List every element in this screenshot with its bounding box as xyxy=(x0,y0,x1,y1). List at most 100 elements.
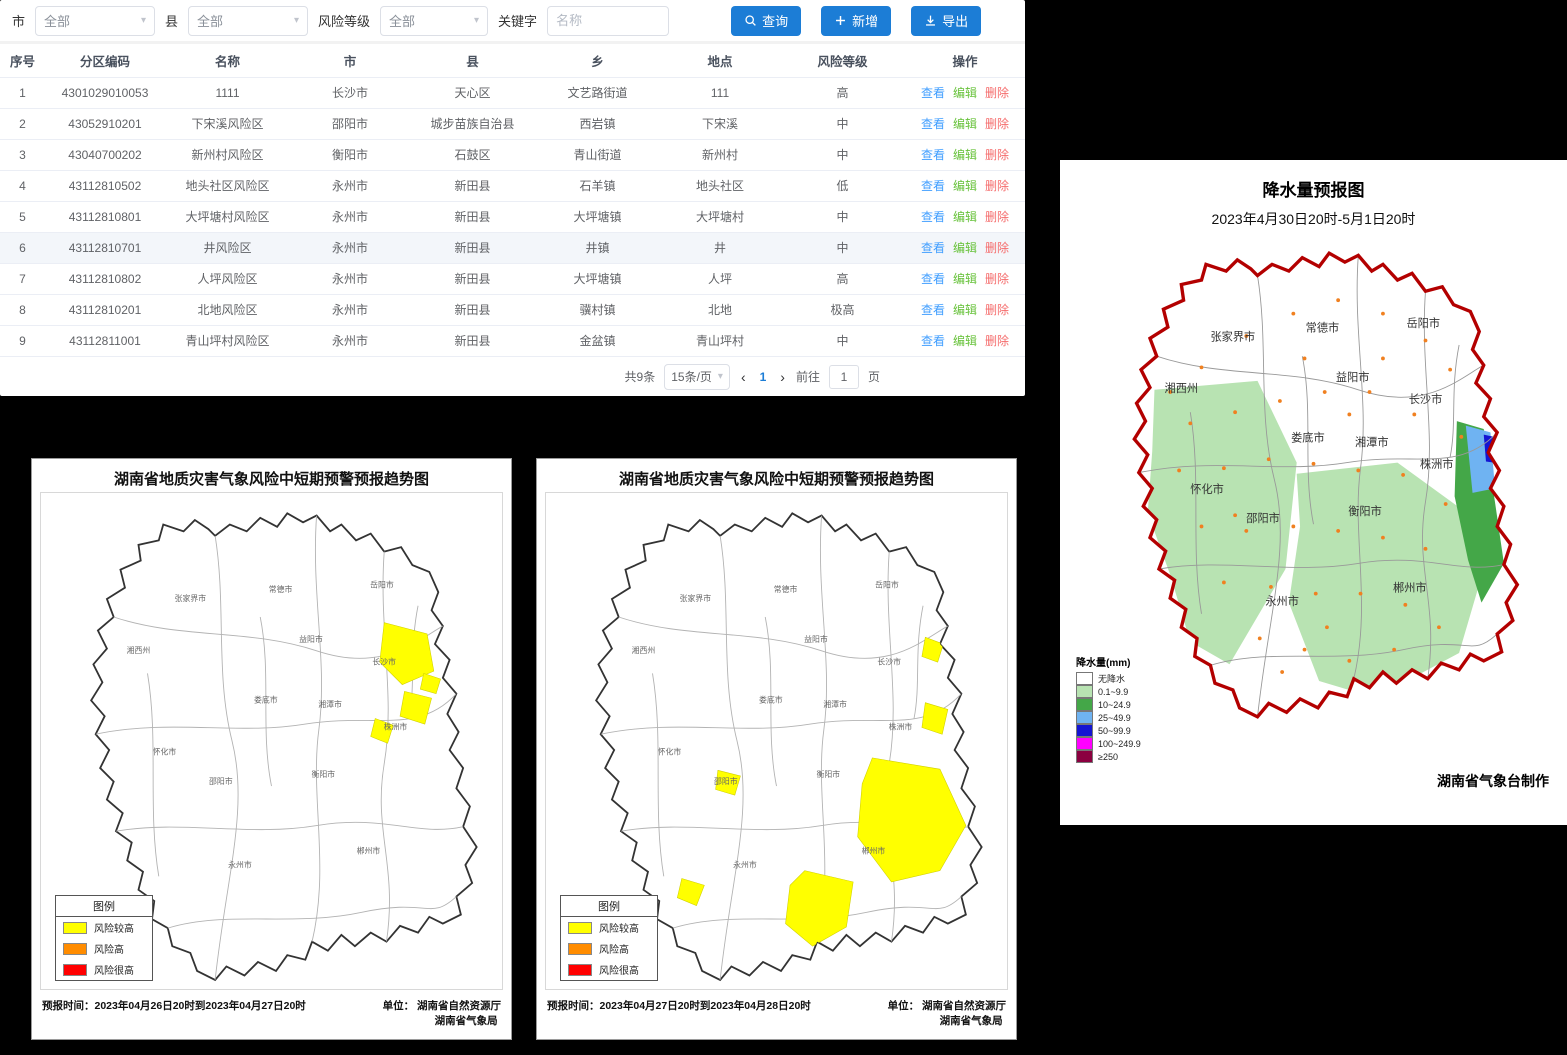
goto-page-input[interactable] xyxy=(829,365,859,389)
table-cell: 下宋溪 xyxy=(660,108,780,139)
table-cell: 5 xyxy=(0,201,45,232)
table-cell: 永州市 xyxy=(290,170,410,201)
legend-item: 风险很高 xyxy=(56,959,152,980)
current-page[interactable]: 1 xyxy=(757,370,770,384)
legend-label: 风险较高 xyxy=(94,920,134,935)
col-seq: 序号 xyxy=(0,44,45,77)
table-cell: 大坪塘镇 xyxy=(535,201,660,232)
table-cell: 中 xyxy=(780,232,905,263)
table-cell: 43112810701 xyxy=(45,232,165,263)
edit-link[interactable]: 编辑 xyxy=(953,241,977,255)
edit-link[interactable]: 编辑 xyxy=(953,210,977,224)
station-dot xyxy=(1424,547,1428,551)
pagination: 共9条 15条/页 ▾ ‹ 1 › 前往 页 xyxy=(0,357,1025,390)
delete-link[interactable]: 删除 xyxy=(985,179,1009,193)
search-button[interactable]: 查询 xyxy=(731,6,801,36)
station-dot xyxy=(1244,529,1248,533)
precip-legend: 降水量(mm) 无降水0.1~9.910~24.925~49.950~99.91… xyxy=(1074,652,1143,765)
legend-item: 25~49.9 xyxy=(1076,711,1141,724)
edit-link[interactable]: 编辑 xyxy=(953,117,977,131)
view-link[interactable]: 查看 xyxy=(921,86,945,100)
table-cell: 新州村风险区 xyxy=(165,139,290,170)
page-unit-label: 页 xyxy=(868,368,880,385)
edit-link[interactable]: 编辑 xyxy=(953,148,977,162)
city-label: 张家界市 xyxy=(175,593,207,603)
precip-map-subtitle: 2023年4月30日20时-5月1日20时 xyxy=(1070,209,1557,229)
delete-link[interactable]: 删除 xyxy=(985,303,1009,317)
trend-map-panel-1: 湖南省地质灾害气象风险中短期预警预报趋势图 湘西州张家界市常德市岳阳市益阳市长沙… xyxy=(31,458,512,1040)
station-dot xyxy=(1188,421,1192,425)
precip-map-title: 降水量预报图 xyxy=(1070,176,1557,201)
edit-link[interactable]: 编辑 xyxy=(953,179,977,193)
city-label: 衡阳市 xyxy=(817,769,841,779)
view-link[interactable]: 查看 xyxy=(921,334,945,348)
table-cell: 低 xyxy=(780,170,905,201)
legend-label: 0.1~9.9 xyxy=(1098,687,1128,697)
table-cell: 极高 xyxy=(780,294,905,325)
station-dot xyxy=(1336,298,1340,302)
delete-link[interactable]: 删除 xyxy=(985,86,1009,100)
delete-link[interactable]: 删除 xyxy=(985,272,1009,286)
delete-link[interactable]: 删除 xyxy=(985,117,1009,131)
city-label: 常德市 xyxy=(269,584,293,594)
table-cell: 9 xyxy=(0,325,45,356)
legend-swatch xyxy=(1076,698,1093,711)
table-row: 243052910201下宋溪风险区邵阳市城步苗族自治县西岩镇下宋溪中查看编辑删… xyxy=(0,108,1025,139)
station-dot xyxy=(1359,592,1363,596)
table-cell: 文艺路街道 xyxy=(535,77,660,108)
edit-link[interactable]: 编辑 xyxy=(953,303,977,317)
view-link[interactable]: 查看 xyxy=(921,241,945,255)
trend-map-title: 湖南省地质灾害气象风险中短期预警预报趋势图 xyxy=(545,463,1008,492)
legend-item: 无降水 xyxy=(1076,672,1141,685)
view-link[interactable]: 查看 xyxy=(921,210,945,224)
precip-map-svg: 湘西州张家界市常德市岳阳市益阳市长沙市怀化市娄底市湘潭市株洲市邵阳市衡阳市永州市… xyxy=(1070,233,1557,726)
edit-link[interactable]: 编辑 xyxy=(953,272,977,286)
table-cell: 43112811001 xyxy=(45,325,165,356)
edit-link[interactable]: 编辑 xyxy=(953,86,977,100)
add-button[interactable]: 新增 xyxy=(821,6,891,36)
station-dot xyxy=(1280,670,1284,674)
rain-zone-extreme xyxy=(1492,445,1498,451)
table-cell: 永州市 xyxy=(290,201,410,232)
delete-link[interactable]: 删除 xyxy=(985,334,1009,348)
city-label: 郴州市 xyxy=(357,846,381,856)
legend-label: 风险高 xyxy=(94,941,124,956)
trend-map-caption: 预报时间：2023年04月26日20时到2023年04月27日20时 单位： 湖… xyxy=(40,990,503,1028)
view-link[interactable]: 查看 xyxy=(921,117,945,131)
view-link[interactable]: 查看 xyxy=(921,179,945,193)
edit-link[interactable]: 编辑 xyxy=(953,334,977,348)
risk-level-select[interactable]: 全部 ▾ xyxy=(380,6,488,36)
legend-title: 降水量(mm) xyxy=(1076,654,1141,669)
city-select[interactable]: 全部 ▾ xyxy=(35,6,155,36)
station-dot xyxy=(1323,390,1327,394)
view-link[interactable]: 查看 xyxy=(921,148,945,162)
table-cell: 下宋溪风险区 xyxy=(165,108,290,139)
legend-swatch xyxy=(568,964,592,976)
view-link[interactable]: 查看 xyxy=(921,303,945,317)
station-dot xyxy=(1222,581,1226,585)
city-label: 娄底市 xyxy=(254,695,278,705)
station-dot xyxy=(1381,357,1385,361)
legend-item: ≥250 xyxy=(1076,750,1141,763)
prev-page-button[interactable]: ‹ xyxy=(739,369,748,385)
next-page-button[interactable]: › xyxy=(778,369,787,385)
delete-link[interactable]: 删除 xyxy=(985,148,1009,162)
station-dot xyxy=(1437,625,1441,629)
table-cell: 井镇 xyxy=(535,232,660,263)
table-row: 843112810201北地风险区永州市新田县骥村镇北地极高查看编辑删除 xyxy=(0,294,1025,325)
county-select[interactable]: 全部 ▾ xyxy=(188,6,308,36)
city-label: 株洲市 xyxy=(1420,457,1454,471)
table-cell: 石鼓区 xyxy=(410,139,535,170)
city-label: 永州市 xyxy=(228,859,252,869)
trend-legend: 图例 风险较高风险高风险很高 xyxy=(560,895,658,981)
legend-item: 0.1~9.9 xyxy=(1076,685,1141,698)
station-dot xyxy=(1258,637,1262,641)
page-size-select[interactable]: 15条/页 ▾ xyxy=(664,364,730,390)
risk-zone-table-panel: 市 全部 ▾ 县 全部 ▾ 风险等级 全部 ▾ 关键字 查询 新增 导出 xyxy=(0,0,1025,396)
keyword-input[interactable] xyxy=(547,6,669,36)
export-button[interactable]: 导出 xyxy=(911,6,981,36)
station-dot xyxy=(1444,502,1448,506)
delete-link[interactable]: 删除 xyxy=(985,210,1009,224)
delete-link[interactable]: 删除 xyxy=(985,241,1009,255)
view-link[interactable]: 查看 xyxy=(921,272,945,286)
